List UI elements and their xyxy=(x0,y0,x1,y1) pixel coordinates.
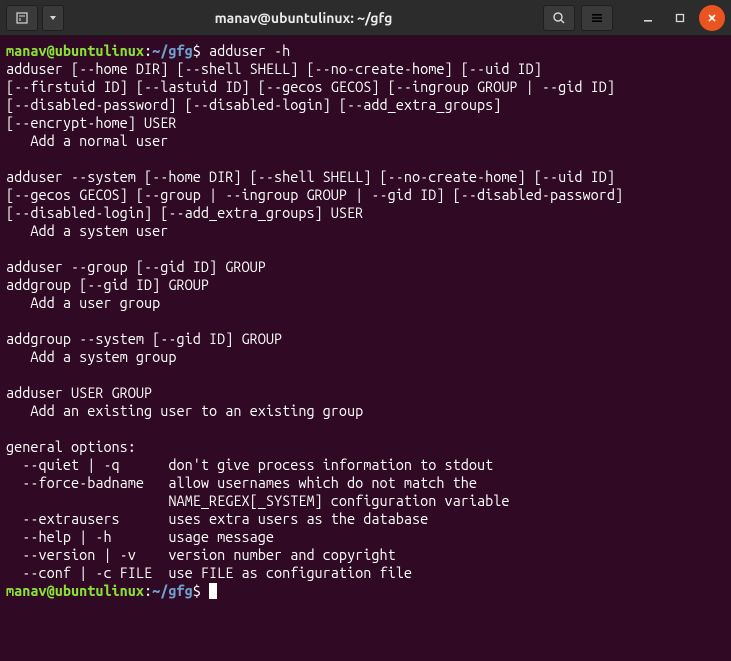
terminal-body[interactable]: manav@ubuntulinux:~/gfg$ adduser -h addu… xyxy=(0,36,731,661)
titlebar-left-controls xyxy=(6,5,64,31)
window-title: manav@ubuntulinux: ~/gfg xyxy=(64,10,543,26)
close-button[interactable] xyxy=(699,5,725,31)
new-tab-button[interactable] xyxy=(6,5,38,31)
prompt-path-2: ~/gfg xyxy=(152,582,193,599)
prompt-path: ~/gfg xyxy=(152,42,193,59)
prompt-sep-2: : xyxy=(144,582,152,599)
window-titlebar: manav@ubuntulinux: ~/gfg xyxy=(0,0,731,36)
tab-dropdown-button[interactable] xyxy=(42,5,64,31)
prompt-dollar-2: $ xyxy=(193,582,201,599)
maximize-button[interactable] xyxy=(667,5,693,31)
minimize-button[interactable] xyxy=(635,5,661,31)
prompt-dollar: $ xyxy=(193,42,201,59)
search-button[interactable] xyxy=(543,5,575,31)
menu-button[interactable] xyxy=(581,5,613,31)
command-text: adduser -h xyxy=(209,42,290,59)
terminal-cursor xyxy=(209,583,217,599)
prompt-user-2: manav@ubuntulinux xyxy=(6,582,144,599)
prompt-sep: : xyxy=(144,42,152,59)
command-output: adduser [--home DIR] [--shell SHELL] [--… xyxy=(6,60,623,581)
prompt-user: manav@ubuntulinux xyxy=(6,42,144,59)
titlebar-right-controls xyxy=(543,5,725,31)
